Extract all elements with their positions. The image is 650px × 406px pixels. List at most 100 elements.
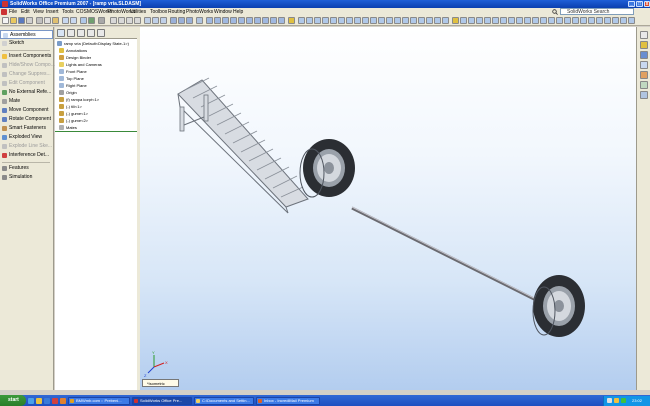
measure-icon[interactable] [434,17,441,24]
loft-icon[interactable] [322,17,329,24]
standard-views-icon[interactable] [516,17,523,24]
options-icon[interactable] [98,17,105,24]
menu-view[interactable]: View [33,8,44,16]
simulation-tab[interactable]: Simulation [0,173,53,182]
menu-insert[interactable]: Insert [46,8,59,16]
curve-icon[interactable] [418,17,425,24]
dome-icon[interactable] [386,17,393,24]
hide-show-items-icon[interactable] [532,17,539,24]
pan-icon[interactable] [492,17,499,24]
rebuild-icon[interactable] [88,17,95,24]
menu-photoworks-2[interactable]: PhotoWorks [186,8,213,16]
design-library-icon[interactable] [640,41,648,49]
propertymanager-tab-icon[interactable] [67,29,75,37]
smart-dimension-icon[interactable] [288,17,295,24]
custom-properties-icon[interactable] [640,91,648,99]
arc-icon[interactable] [238,17,245,24]
dimxpert-tab-icon[interactable] [87,29,95,37]
menu-utilities[interactable]: Utilities [130,8,146,16]
circle-icon[interactable] [230,17,237,24]
shell-icon[interactable] [346,17,353,24]
menu-routing[interactable]: Routing [168,8,185,16]
wheel-rear[interactable] [532,275,585,337]
appearances-icon[interactable] [640,81,648,89]
wheel-front[interactable] [299,139,355,198]
features-tab[interactable]: Features [0,164,53,173]
zebra-icon[interactable] [620,17,627,24]
3d-model-view[interactable]: X Y Z [140,27,636,390]
taskbar-item[interactable]: BMWmb.com :: Prebeni... [68,397,130,405]
reference-geometry-icon[interactable] [426,17,433,24]
cartoon-icon[interactable] [580,17,587,24]
taskbar-item[interactable]: C:\Documents and Settin... [194,397,254,405]
search-input[interactable]: SolidWorks Search [560,8,634,15]
search-pane-icon[interactable] [640,61,648,69]
edit-appearance-icon[interactable] [540,17,547,24]
document-icon[interactable] [1,9,7,15]
rotate-component-button[interactable]: Rotate Component [0,115,53,124]
fillet-icon[interactable] [330,17,337,24]
revolve-icon[interactable] [306,17,313,24]
open-icon[interactable] [10,17,17,24]
mass-properties-icon[interactable] [442,17,449,24]
view-palette-icon[interactable] [640,71,648,79]
extrude-icon[interactable] [298,17,305,24]
section-view-icon[interactable] [196,17,203,24]
view-back-icon[interactable] [118,17,125,24]
pattern-icon[interactable] [354,17,361,24]
menu-toolbox[interactable]: Toolbox [150,8,167,16]
menu-tools[interactable]: Tools [62,8,74,16]
realview-icon[interactable] [556,17,563,24]
undo-icon[interactable] [62,17,69,24]
view-iso-icon[interactable] [160,17,167,24]
save-icon[interactable] [18,17,25,24]
sweep-icon[interactable] [314,17,321,24]
move-component-button[interactable]: Move Component [0,106,53,115]
volume-icon[interactable] [614,398,619,403]
view-left-icon[interactable] [126,17,133,24]
zoom-area-icon[interactable] [460,17,467,24]
view-right-icon[interactable] [134,17,141,24]
display-manager-tab-icon[interactable] [97,29,105,37]
rectangle-icon[interactable] [222,17,229,24]
trim-icon[interactable] [262,17,269,24]
wireframe-icon[interactable] [170,17,177,24]
display-style-icon[interactable] [524,17,531,24]
clock[interactable]: 23:02 [632,396,642,406]
smart-fasteners-button[interactable]: Smart Fasteners [0,124,53,133]
select-icon[interactable] [80,17,87,24]
view-orientation-icon[interactable] [596,17,603,24]
rib-icon[interactable] [370,17,377,24]
previous-view-icon[interactable] [508,17,515,24]
copy-icon[interactable] [44,17,51,24]
menu-file[interactable]: File [9,8,17,16]
view-front-icon[interactable] [110,17,117,24]
chamfer-icon[interactable] [338,17,345,24]
hidden-lines-icon[interactable] [178,17,185,24]
edit-component-button[interactable]: Edit Component [0,79,53,88]
menu-help[interactable]: Help [233,8,243,16]
media-player-icon[interactable] [52,398,58,404]
file-explorer-icon[interactable] [640,51,648,59]
maximize-button[interactable]: □ [636,1,643,7]
show-desktop-icon[interactable] [28,398,34,404]
firefox-icon[interactable] [60,398,66,404]
internet-explorer-icon[interactable] [44,398,50,404]
spline-icon[interactable] [246,17,253,24]
close-button[interactable]: x [644,1,650,7]
rollback-bar[interactable] [55,131,137,132]
search-icon[interactable] [552,9,558,15]
menu-edit[interactable]: Edit [21,8,30,16]
ramp[interactable] [177,77,309,214]
draft-icon[interactable] [378,17,385,24]
print-icon[interactable] [26,17,33,24]
mirror-icon[interactable] [278,17,285,24]
camera-icon[interactable] [588,17,595,24]
shaded-icon[interactable] [186,17,193,24]
mate-button[interactable]: Mate [0,97,53,106]
axis-icon[interactable] [402,17,409,24]
render-icon[interactable] [628,17,635,24]
sketch-tab[interactable]: Sketch [0,39,53,48]
zoom-selection-icon[interactable] [476,17,483,24]
scene-icon[interactable] [548,17,555,24]
